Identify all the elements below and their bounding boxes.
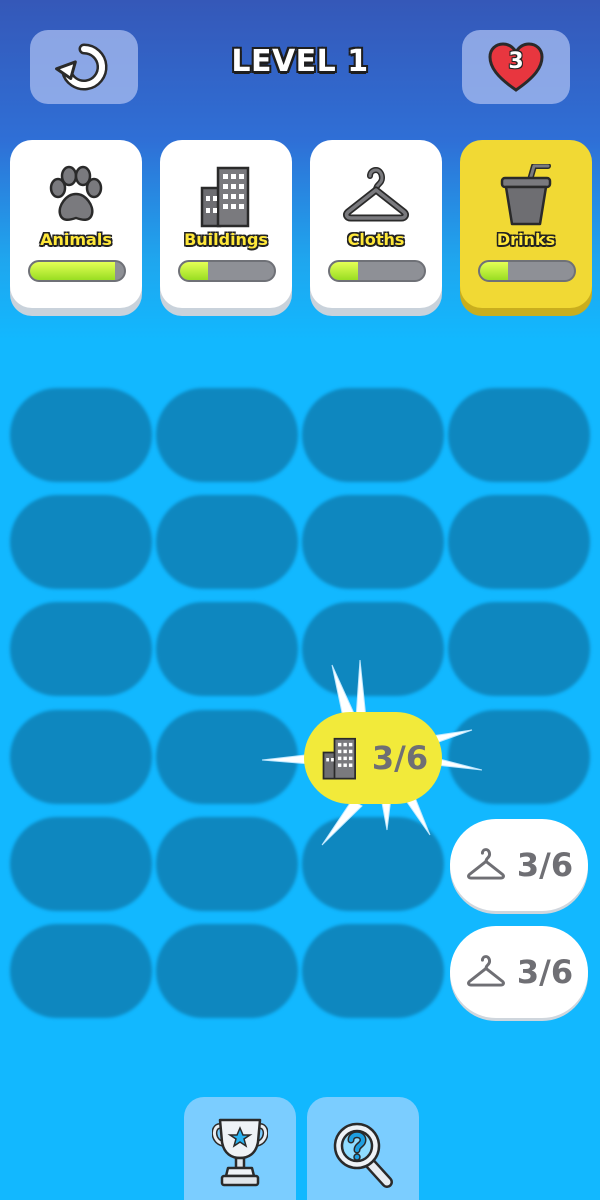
- hint-search-button[interactable]: [307, 1097, 419, 1200]
- tile-count: 3/6: [371, 739, 429, 777]
- empty-slot[interactable]: [10, 817, 152, 911]
- category-label: Cloths: [347, 230, 405, 249]
- empty-slot[interactable]: [302, 388, 444, 482]
- category-label: Animals: [40, 230, 112, 249]
- tile-count: 3/6: [516, 953, 574, 991]
- hanger-icon: [343, 166, 409, 222]
- lives-button[interactable]: 3: [462, 30, 570, 104]
- empty-slot[interactable]: [448, 495, 590, 589]
- category-progress: [178, 260, 276, 282]
- heart-icon: 3: [487, 41, 545, 93]
- lives-count: 3: [508, 49, 524, 74]
- empty-slot[interactable]: [448, 710, 590, 804]
- building-icon: [322, 737, 356, 780]
- empty-slot[interactable]: [10, 602, 152, 696]
- empty-slot[interactable]: [302, 817, 444, 911]
- paw-icon: [49, 165, 103, 221]
- category-label: Buildings: [184, 230, 268, 249]
- empty-slot[interactable]: [10, 495, 152, 589]
- category-progress: [478, 260, 576, 282]
- empty-slot[interactable]: [302, 602, 444, 696]
- trophy-button[interactable]: [184, 1097, 296, 1200]
- empty-slot[interactable]: [156, 817, 298, 911]
- category-label: Drinks: [496, 230, 556, 249]
- trophy-icon: [212, 1118, 268, 1187]
- category-card-drinks[interactable]: Drinks: [460, 140, 592, 308]
- hanger-tile[interactable]: 3/6: [450, 819, 588, 911]
- reset-button[interactable]: [30, 30, 138, 104]
- tile-count: 3/6: [516, 846, 574, 884]
- empty-slot[interactable]: [156, 924, 298, 1018]
- empty-slot[interactable]: [156, 495, 298, 589]
- building-icon: [200, 166, 250, 228]
- hanger-icon: [466, 955, 505, 987]
- category-card-buildings[interactable]: Buildings: [160, 140, 292, 308]
- empty-slot[interactable]: [156, 602, 298, 696]
- cup-icon: [500, 164, 552, 226]
- empty-slot[interactable]: [448, 602, 590, 696]
- category-card-cloths[interactable]: Cloths: [310, 140, 442, 308]
- level-title: LEVEL 1: [231, 44, 369, 79]
- building-tile[interactable]: 3/6: [304, 712, 442, 804]
- hanger-tile[interactable]: 3/6: [450, 926, 588, 1018]
- category-progress: [328, 260, 426, 282]
- empty-slot[interactable]: [10, 388, 152, 482]
- magnifier-hint-icon: [333, 1122, 393, 1188]
- empty-slot[interactable]: [10, 924, 152, 1018]
- empty-slot[interactable]: [156, 710, 298, 804]
- category-progress: [28, 260, 126, 282]
- reset-icon: [55, 43, 108, 91]
- hanger-icon: [466, 848, 505, 880]
- empty-slot[interactable]: [10, 710, 152, 804]
- empty-slot[interactable]: [302, 924, 444, 1018]
- empty-slot[interactable]: [448, 388, 590, 482]
- empty-slot[interactable]: [156, 388, 298, 482]
- category-card-animals[interactable]: Animals: [10, 140, 142, 308]
- empty-slot[interactable]: [302, 495, 444, 589]
